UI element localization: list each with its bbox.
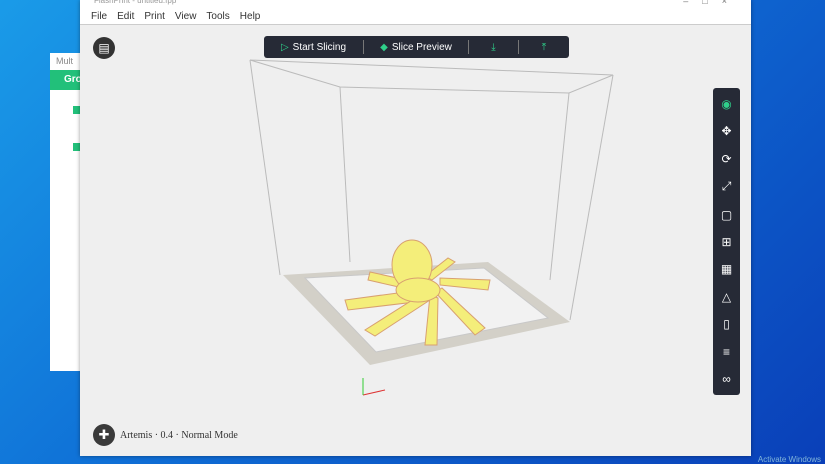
top-toolbar: ▷ Start Slicing ◆ Slice Preview ⤓ ⤒ — [264, 36, 569, 58]
upload-print-icon: ⤒ — [541, 41, 547, 53]
start-slicing-label: Start Slicing — [292, 41, 347, 53]
export-button[interactable]: ⤓ — [469, 40, 519, 54]
rotate-icon[interactable]: ⟳ — [717, 152, 737, 166]
build-volume-top — [249, 59, 614, 94]
play-icon: ▷ — [280, 41, 289, 53]
settings-sliders-icon[interactable]: ≡ — [717, 345, 737, 359]
activate-windows-watermark: Activate Windows — [757, 455, 821, 464]
slice-preview-label: Slice Preview — [391, 41, 452, 53]
document-icon[interactable]: ▤ — [93, 37, 115, 59]
x-axis — [362, 389, 386, 396]
supports-icon[interactable]: ▦ — [717, 262, 737, 276]
printer-icon[interactable]: ▯ — [717, 317, 737, 331]
3d-viewport[interactable] — [80, 0, 751, 456]
print-button[interactable]: ⤒ — [519, 40, 569, 54]
slice-preview-button[interactable]: ◆ Slice Preview — [364, 40, 469, 54]
right-toolbar: ◉ ✥ ⟳ ⤢ ▢ ⊞ ▦ △ ▯ ≡ ∞ — [713, 88, 740, 395]
cut-icon[interactable]: ▢ — [717, 208, 737, 222]
start-slicing-button[interactable]: ▷ Start Slicing — [264, 40, 364, 54]
printer-logo-icon[interactable]: ✚ — [93, 424, 115, 446]
flashprint-window: FlashPrint - untitled.fpp* –□× File Edit… — [80, 0, 751, 456]
add-object-icon[interactable]: ⊞ — [717, 235, 737, 249]
status-text: Artemis · 0.4 · Normal Mode — [120, 429, 238, 441]
layers-icon: ◆ — [380, 41, 388, 53]
leveling-icon[interactable]: △ — [717, 290, 737, 304]
eye-icon[interactable]: ◉ — [717, 97, 737, 111]
download-icon: ⤓ — [491, 41, 496, 53]
move-icon[interactable]: ✥ — [717, 124, 737, 138]
link-icon[interactable]: ∞ — [717, 372, 737, 386]
scale-icon[interactable]: ⤢ — [717, 179, 737, 194]
status-bar: ✚ Artemis · 0.4 · Normal Mode — [93, 424, 238, 446]
